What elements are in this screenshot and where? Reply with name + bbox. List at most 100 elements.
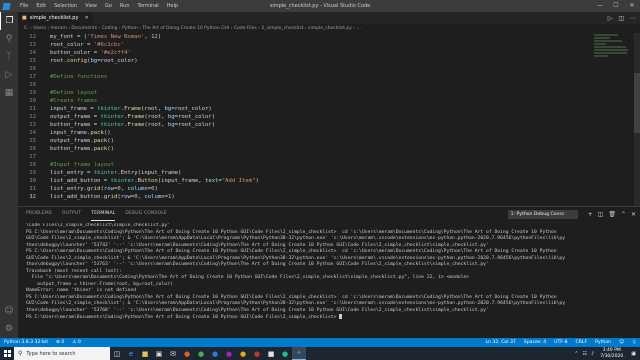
- line-number: 22: [29, 114, 36, 120]
- app-icon-6[interactable]: ●: [180, 347, 194, 360]
- editor-actions: ▷ ◫ ⋯: [602, 12, 636, 24]
- code-line[interactable]: 24 input_frame.pack(): [18, 129, 640, 137]
- gear-icon[interactable]: ⚙: [0, 320, 18, 338]
- code-line[interactable]: 31 list_entry.grid(row=0, column=0): [18, 185, 640, 193]
- tab-simple-checklist[interactable]: ■ simple_checklist.py ✕: [18, 12, 93, 24]
- split-terminal-icon[interactable]: ◫: [598, 211, 604, 218]
- menu-help[interactable]: Help: [163, 0, 182, 12]
- search-icon[interactable]: ⚲: [0, 30, 18, 48]
- indentation[interactable]: Spaces: 4: [524, 338, 546, 347]
- code-line[interactable]: 16: [18, 65, 640, 73]
- taskbar-search[interactable]: ⚲ Type here to search: [14, 347, 110, 360]
- menu-file[interactable]: File: [16, 0, 32, 12]
- bell-icon[interactable]: ♫: [632, 338, 636, 347]
- python-interpreter[interactable]: Python 3.8.3 32-bit: [4, 338, 48, 347]
- edge-icon[interactable]: e: [124, 347, 138, 360]
- maximize-panel-icon[interactable]: ⌃: [621, 211, 626, 218]
- breadcrumb[interactable]: C: › Users › meram › Documents › Coding …: [18, 24, 640, 33]
- line-number: 27: [29, 154, 36, 160]
- menu-edit[interactable]: Edit: [32, 0, 50, 12]
- code-line[interactable]: 15 root.config(bg=root_color): [18, 57, 640, 65]
- terminal-output[interactable]: \Code Files\2_simple_checklist\simple_ch…: [26, 223, 632, 339]
- store-icon[interactable]: ▣: [152, 347, 166, 360]
- code-line[interactable]: 32 list_add_button.grid(row=0, column=1): [18, 193, 640, 201]
- tab-problems[interactable]: PROBLEMS: [26, 207, 52, 221]
- code-line[interactable]: 12 my_font = ('Times New Roman', 12): [18, 33, 640, 41]
- run-debug-icon[interactable]: ▷: [0, 66, 18, 84]
- code-line[interactable]: 20 #Create frames: [18, 97, 640, 105]
- code-line[interactable]: 17 #Define functions: [18, 73, 640, 81]
- line-number: 21: [29, 106, 36, 112]
- app-icon-7[interactable]: ●: [194, 347, 208, 360]
- app-icon-13[interactable]: ●: [278, 347, 292, 360]
- code-line[interactable]: 23 button_frame = tkinter.Frame(root, bg=…: [18, 121, 640, 129]
- code-line[interactable]: 22 output_frame = tkinter.Frame(root, bg=…: [18, 113, 640, 121]
- files-icon[interactable]: ❐: [0, 12, 18, 30]
- close-icon[interactable]: ✕: [624, 0, 640, 12]
- code-line[interactable]: 14 button_color = '#e2cff4': [18, 49, 640, 57]
- line-number: 31: [29, 186, 36, 192]
- start-button[interactable]: [0, 347, 14, 360]
- code-line[interactable]: 21 input_frame = tkinter.Frame(root, bg=r…: [18, 105, 640, 113]
- menu-terminal[interactable]: Terminal: [134, 0, 163, 12]
- close-tab-icon[interactable]: ✕: [84, 15, 88, 21]
- run-file-icon[interactable]: ▷: [608, 15, 613, 22]
- tab-output[interactable]: OUTPUT: [62, 207, 81, 221]
- line-number: 15: [29, 58, 36, 64]
- code-line[interactable]: 19 #Define layout: [18, 89, 640, 97]
- more-actions-icon[interactable]: ⋯: [630, 15, 636, 22]
- close-panel-icon[interactable]: ✕: [631, 211, 636, 218]
- minimap[interactable]: [594, 33, 634, 93]
- encoding[interactable]: UTF-8: [554, 338, 567, 347]
- language-mode[interactable]: Python: [595, 338, 611, 347]
- feedback-icon[interactable]: ☺: [619, 338, 624, 347]
- extensions-icon[interactable]: ▦: [0, 84, 18, 102]
- split-editor-icon[interactable]: ◫: [618, 15, 624, 22]
- code-line[interactable]: 29 list_entry = tkinter.Entry(input_frame…: [18, 169, 640, 177]
- account-icon[interactable]: ☺: [0, 302, 18, 320]
- code-line[interactable]: 25 output_frame.pack(): [18, 137, 640, 145]
- clock[interactable]: 3:49 PM 7/30/2020: [600, 348, 623, 359]
- terminal-select[interactable]: 1: Python Debug Consc: [507, 209, 578, 219]
- app-icon-9[interactable]: ●: [222, 347, 236, 360]
- tray-chevron-icon[interactable]: ⌃: [574, 351, 578, 357]
- network-icon[interactable]: ☷: [583, 351, 587, 357]
- menu-go[interactable]: Go: [101, 0, 116, 12]
- file-explorer-icon[interactable]: ■: [138, 347, 152, 360]
- task-view-icon[interactable]: ◫: [110, 347, 124, 360]
- minimize-icon[interactable]: —: [592, 0, 608, 12]
- trash-icon[interactable]: 🗑: [608, 211, 616, 218]
- code-line[interactable]: 26 button_frame.pack(): [18, 145, 640, 153]
- tab-terminal[interactable]: TERMINAL: [91, 208, 116, 221]
- app-icon-12[interactable]: ■: [264, 347, 278, 360]
- code-line[interactable]: 13 root_color = '#6c1cbc': [18, 41, 640, 49]
- add-terminal-icon[interactable]: +: [588, 211, 593, 218]
- end-of-line[interactable]: CRLF: [576, 338, 588, 347]
- system-tray: ⌃ ☷ ♪ 3:49 PM 7/30/2020 ▣: [570, 347, 640, 360]
- notifications-icon[interactable]: ▣: [631, 351, 636, 357]
- code-line[interactable]: 30 list_add_button = tkinter.Button(input…: [18, 177, 640, 185]
- code-editor[interactable]: 12 my_font = ('Times New Roman', 12) 13 roo…: [18, 33, 640, 206]
- warning-count[interactable]: ⚠ 0: [72, 338, 81, 347]
- code-line[interactable]: 27: [18, 153, 640, 161]
- app-icon-11[interactable]: ●: [250, 347, 264, 360]
- error-count[interactable]: ⊗ 0: [56, 338, 64, 347]
- code-line[interactable]: 18: [18, 81, 640, 89]
- cursor-position[interactable]: Ln 32, Col 37: [486, 338, 516, 347]
- code-text: button_frame.pack(): [50, 146, 115, 152]
- bottom-panel: PROBLEMS OUTPUT TERMINAL DEBUG CONSOLE 1…: [18, 206, 640, 338]
- maximize-icon[interactable]: ☐: [608, 0, 624, 12]
- app-icon-8[interactable]: ●: [208, 347, 222, 360]
- volume-icon[interactable]: ♪: [591, 351, 594, 357]
- app-icon-10[interactable]: ●: [236, 347, 250, 360]
- menu-run[interactable]: Run: [116, 0, 134, 12]
- mail-icon[interactable]: ✉: [166, 347, 180, 360]
- menu-selection[interactable]: Selection: [50, 0, 81, 12]
- menu-view[interactable]: View: [81, 0, 101, 12]
- code-line[interactable]: 28 #Input frame layout: [18, 161, 640, 169]
- source-control-icon[interactable]: ᛉ: [0, 48, 18, 66]
- editor-scrollbar[interactable]: [634, 33, 640, 206]
- tab-debug-console[interactable]: DEBUG CONSOLE: [125, 207, 167, 221]
- vscode-taskbar-icon[interactable]: ✦: [292, 347, 306, 360]
